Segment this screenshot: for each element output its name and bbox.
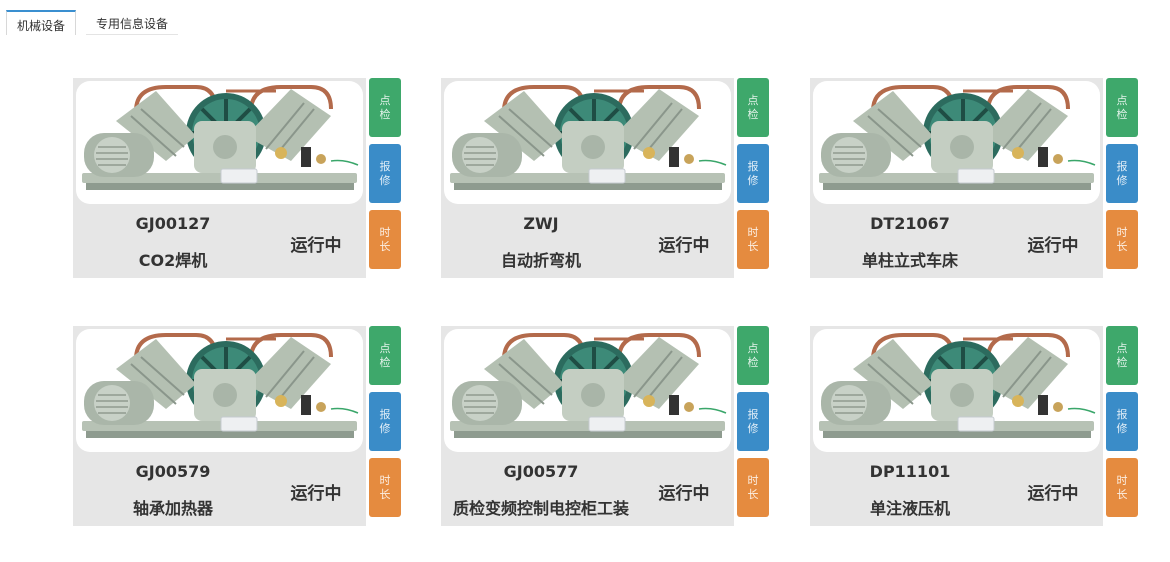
device-name: 单柱立式车床: [861, 251, 958, 270]
repair-button[interactable]: 报修: [737, 144, 769, 203]
device-name: 轴承加热器: [132, 499, 213, 518]
device-card-body[interactable]: ZWJ 自动折弯机 运行中: [441, 78, 734, 278]
device-name: 质检变频控制电控柜工装: [452, 499, 629, 518]
device-card: DP11101 单注液压机 运行中 点检 报修 时长: [810, 326, 1140, 526]
device-code: ZWJ: [523, 214, 559, 233]
duration-button[interactable]: 时长: [369, 458, 401, 517]
inspect-button[interactable]: 点检: [369, 78, 401, 137]
duration-button[interactable]: 时长: [1106, 210, 1138, 269]
repair-button[interactable]: 报修: [1106, 144, 1138, 203]
repair-button[interactable]: 报修: [1106, 392, 1138, 451]
compressor-photo: [444, 329, 731, 452]
device-status: 运行中: [1027, 484, 1079, 504]
compressor-photo: [76, 81, 363, 204]
repair-button[interactable]: 报修: [369, 144, 401, 203]
device-card-body[interactable]: DP11101 单注液压机 运行中: [810, 326, 1103, 526]
compressor-photo: [76, 329, 363, 452]
duration-button[interactable]: 时长: [737, 458, 769, 517]
device-card-body[interactable]: GJ00577 质检变频控制电控柜工装 运行中: [441, 326, 734, 526]
duration-button[interactable]: 时长: [1106, 458, 1138, 517]
inspect-button[interactable]: 点检: [737, 326, 769, 385]
device-card: ZWJ 自动折弯机 运行中 点检 报修 时长: [441, 78, 771, 278]
device-status: 运行中: [290, 484, 342, 504]
inspect-button[interactable]: 点检: [1106, 78, 1138, 137]
device-code: GJ00577: [503, 462, 579, 481]
device-card: GJ00579 轴承加热器 运行中 点检 报修 时长: [73, 326, 403, 526]
tab-bar: 机械设备 专用信息设备: [6, 10, 188, 35]
inspect-button[interactable]: 点检: [737, 78, 769, 137]
device-name: 自动折弯机: [500, 251, 581, 270]
device-code: DP11101: [869, 462, 951, 481]
device-status: 运行中: [658, 484, 710, 504]
device-code: DT21067: [870, 214, 950, 233]
device-card-body[interactable]: GJ00127 CO2焊机 运行中: [73, 78, 366, 278]
compressor-photo: [444, 81, 731, 204]
inspect-button[interactable]: 点检: [369, 326, 401, 385]
device-card-body[interactable]: DT21067 单柱立式车床 运行中: [810, 78, 1103, 278]
device-code: GJ00127: [135, 214, 211, 233]
device-name: CO2焊机: [138, 251, 208, 270]
compressor-photo: [813, 81, 1100, 204]
duration-button[interactable]: 时长: [369, 210, 401, 269]
device-card: GJ00127 CO2焊机 运行中 点检 报修 时长: [73, 78, 403, 278]
repair-button[interactable]: 报修: [737, 392, 769, 451]
device-status: 运行中: [1027, 236, 1079, 256]
tab-mechanical-equipment[interactable]: 机械设备: [6, 10, 77, 35]
device-card-body[interactable]: GJ00579 轴承加热器 运行中: [73, 326, 366, 526]
repair-button[interactable]: 报修: [369, 392, 401, 451]
device-card: DT21067 单柱立式车床 运行中 点检 报修 时长: [810, 78, 1140, 278]
device-status: 运行中: [290, 236, 342, 256]
tab-special-info-equipment[interactable]: 专用信息设备: [86, 10, 179, 35]
compressor-photo: [813, 329, 1100, 452]
device-code: GJ00579: [135, 462, 211, 481]
inspect-button[interactable]: 点检: [1106, 326, 1138, 385]
device-card: GJ00577 质检变频控制电控柜工装 运行中 点检 报修 时长: [441, 326, 771, 526]
device-name: 单注液压机: [869, 499, 950, 518]
duration-button[interactable]: 时长: [737, 210, 769, 269]
device-status: 运行中: [658, 236, 710, 256]
